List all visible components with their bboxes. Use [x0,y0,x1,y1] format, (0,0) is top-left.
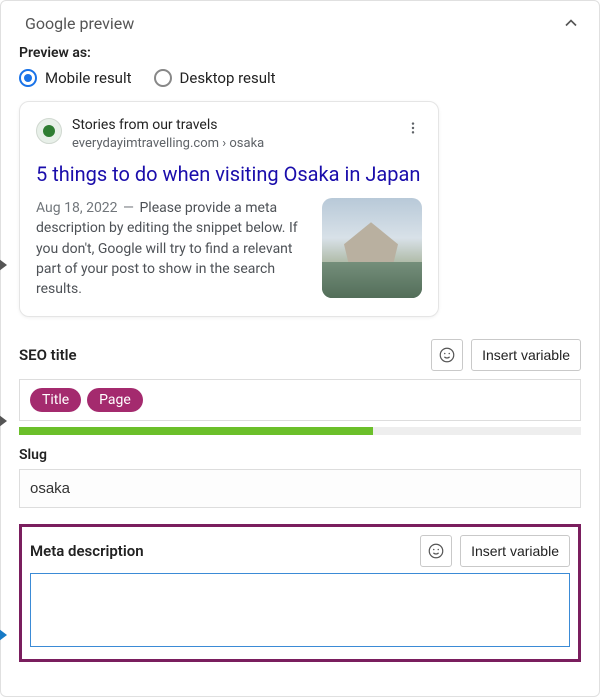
collapse-caret-icon[interactable] [0,415,7,427]
meta-description-label: Meta description [30,542,144,560]
variable-pill-title[interactable]: Title [30,388,81,412]
preview-as-radios: Mobile result Desktop result [19,69,581,87]
favicon-icon [36,118,62,144]
slug-label: Slug [19,447,581,463]
kebab-menu-icon[interactable] [404,116,422,140]
serp-date: Aug 18, 2022 [36,200,118,216]
collapse-caret-icon[interactable] [0,259,7,271]
chevron-up-icon[interactable] [561,13,581,33]
serp-site-name: Stories from our travels [72,116,394,134]
radio-label: Mobile result [45,69,132,87]
seo-title-label: SEO title [19,346,77,364]
seo-title-input[interactable]: Title Page [19,379,581,421]
slug-input[interactable] [19,469,581,508]
radio-label: Desktop result [180,69,276,87]
radio-circle-icon [19,69,37,87]
serp-description: Aug 18, 2022 — Please provide a meta des… [36,198,310,299]
emoji-picker-button[interactable] [431,339,463,371]
preview-as-label: Preview as: [19,45,581,61]
google-preview-panel: Google preview Preview as: Mobile result… [0,0,600,697]
serp-thumbnail [322,198,422,298]
insert-variable-button[interactable]: Insert variable [460,535,570,567]
radio-desktop-result[interactable]: Desktop result [154,69,276,87]
serp-preview-card: Stories from our travels everydayimtrave… [19,101,439,317]
emoji-picker-button[interactable] [420,535,452,567]
meta-description-highlight: Meta description Insert variable [19,524,581,662]
serp-dash: — [123,200,134,216]
radio-circle-icon [154,69,172,87]
panel-title: Google preview [25,14,134,33]
seo-title-progress [19,427,581,435]
collapse-caret-icon[interactable] [0,629,7,641]
serp-title: 5 things to do when visiting Osaka in Ja… [36,161,422,188]
meta-description-input[interactable] [30,573,570,647]
serp-breadcrumb: everydayimtravelling.com › osaka [72,136,394,151]
radio-mobile-result[interactable]: Mobile result [19,69,132,87]
variable-pill-page[interactable]: Page [87,388,143,412]
insert-variable-button[interactable]: Insert variable [471,339,581,371]
